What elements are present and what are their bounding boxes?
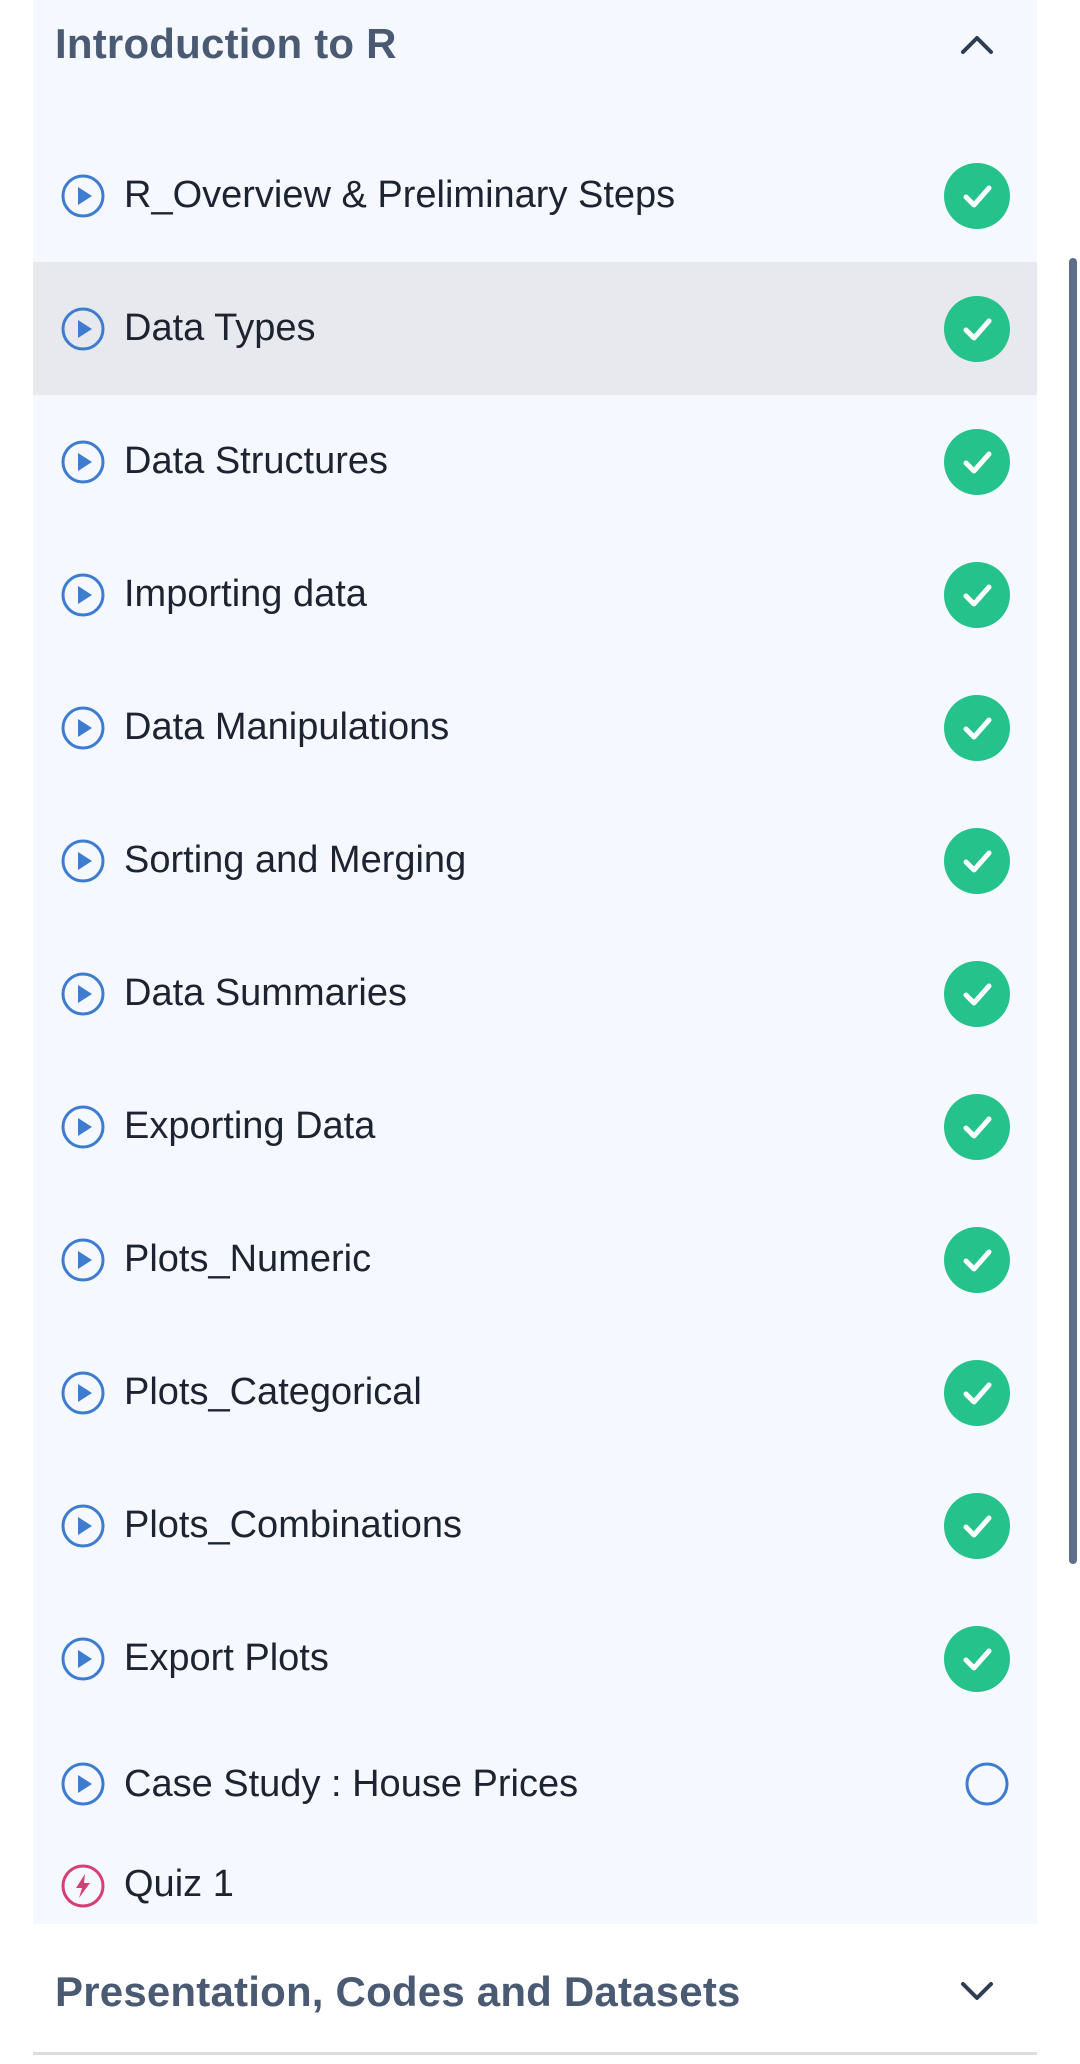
section-title: Presentation, Codes and Datasets [55, 1968, 741, 2015]
check-circle-icon [944, 960, 1010, 1027]
lightning-circle-icon [60, 1863, 106, 1909]
lesson-row[interactable]: Plots_Categorical [33, 1326, 1037, 1459]
lesson-label: Importing data [124, 573, 367, 615]
play-circle-icon [60, 173, 106, 219]
section-divider [33, 2052, 1037, 2055]
section-header-presentation-codes-datasets[interactable]: Presentation, Codes and Datasets [33, 1946, 1037, 2038]
check-circle-icon [944, 561, 1010, 628]
check-circle-icon [944, 1093, 1010, 1160]
play-circle-icon [60, 1237, 106, 1283]
lesson-row[interactable]: Data Structures [33, 395, 1037, 528]
play-circle-icon [60, 838, 106, 884]
check-circle-icon [944, 1492, 1010, 1559]
lesson-row[interactable]: Plots_Numeric [33, 1193, 1037, 1326]
check-circle-icon [944, 1226, 1010, 1293]
lesson-label: Data Manipulations [124, 706, 450, 748]
check-circle-icon [944, 1359, 1010, 1426]
play-circle-icon [60, 572, 106, 618]
lesson-label: Sorting and Merging [124, 839, 467, 881]
check-circle-icon [944, 694, 1010, 761]
check-circle-icon [944, 162, 1010, 229]
lesson-label: Data Summaries [124, 972, 407, 1014]
lesson-row[interactable]: Case Study : House Prices [33, 1725, 1037, 1843]
play-circle-icon [60, 306, 106, 352]
lesson-row-quiz[interactable]: Quiz 1 [33, 1843, 1037, 1927]
lesson-label: Quiz 1 [124, 1863, 234, 1905]
section-header-introduction-to-r[interactable]: Introduction to R [33, 0, 1037, 88]
lesson-label: Export Plots [124, 1637, 329, 1679]
lesson-label: Data Types [124, 307, 316, 349]
play-circle-icon [60, 439, 106, 485]
lesson-label: Data Structures [124, 440, 388, 482]
lesson-row[interactable]: Data Summaries [33, 927, 1037, 1060]
play-circle-icon [60, 1636, 106, 1682]
lesson-label: Exporting Data [124, 1105, 376, 1147]
lesson-row[interactable]: Importing data [33, 528, 1037, 661]
course-curriculum-page: Introduction to R R_Overview & Prelimina… [0, 0, 1080, 2064]
lesson-label: Plots_Numeric [124, 1238, 372, 1280]
lesson-row[interactable]: Export Plots [33, 1592, 1037, 1725]
lesson-label: Plots_Categorical [124, 1371, 422, 1413]
play-circle-icon [60, 705, 106, 751]
lesson-row[interactable]: Sorting and Merging [33, 794, 1037, 927]
lesson-list: R_Overview & Preliminary Steps Data Type… [33, 129, 1037, 1927]
lesson-label: R_Overview & Preliminary Steps [124, 174, 676, 216]
chevron-up-icon[interactable] [957, 24, 997, 64]
scrollbar[interactable] [1069, 258, 1077, 1564]
play-circle-icon [60, 1370, 106, 1416]
check-circle-icon [944, 1625, 1010, 1692]
play-circle-icon [60, 1104, 106, 1150]
lesson-row[interactable]: Data Manipulations [33, 661, 1037, 794]
section-title: Introduction to R [55, 20, 397, 67]
lesson-row[interactable]: Plots_Combinations [33, 1459, 1037, 1592]
play-circle-icon [60, 971, 106, 1017]
check-circle-icon [944, 295, 1010, 362]
lesson-label: Case Study : House Prices [124, 1762, 579, 1805]
lesson-row[interactable]: Exporting Data [33, 1060, 1037, 1193]
lesson-row[interactable]: R_Overview & Preliminary Steps [33, 129, 1037, 262]
lesson-label: Plots_Combinations [124, 1504, 462, 1546]
play-circle-icon [60, 1761, 106, 1807]
play-circle-icon [60, 1503, 106, 1549]
chevron-down-icon[interactable] [957, 1972, 997, 2012]
lesson-row-active[interactable]: Data Types [33, 262, 1037, 395]
empty-circle-icon [964, 1761, 1010, 1807]
check-circle-icon [944, 827, 1010, 894]
check-circle-icon [944, 428, 1010, 495]
